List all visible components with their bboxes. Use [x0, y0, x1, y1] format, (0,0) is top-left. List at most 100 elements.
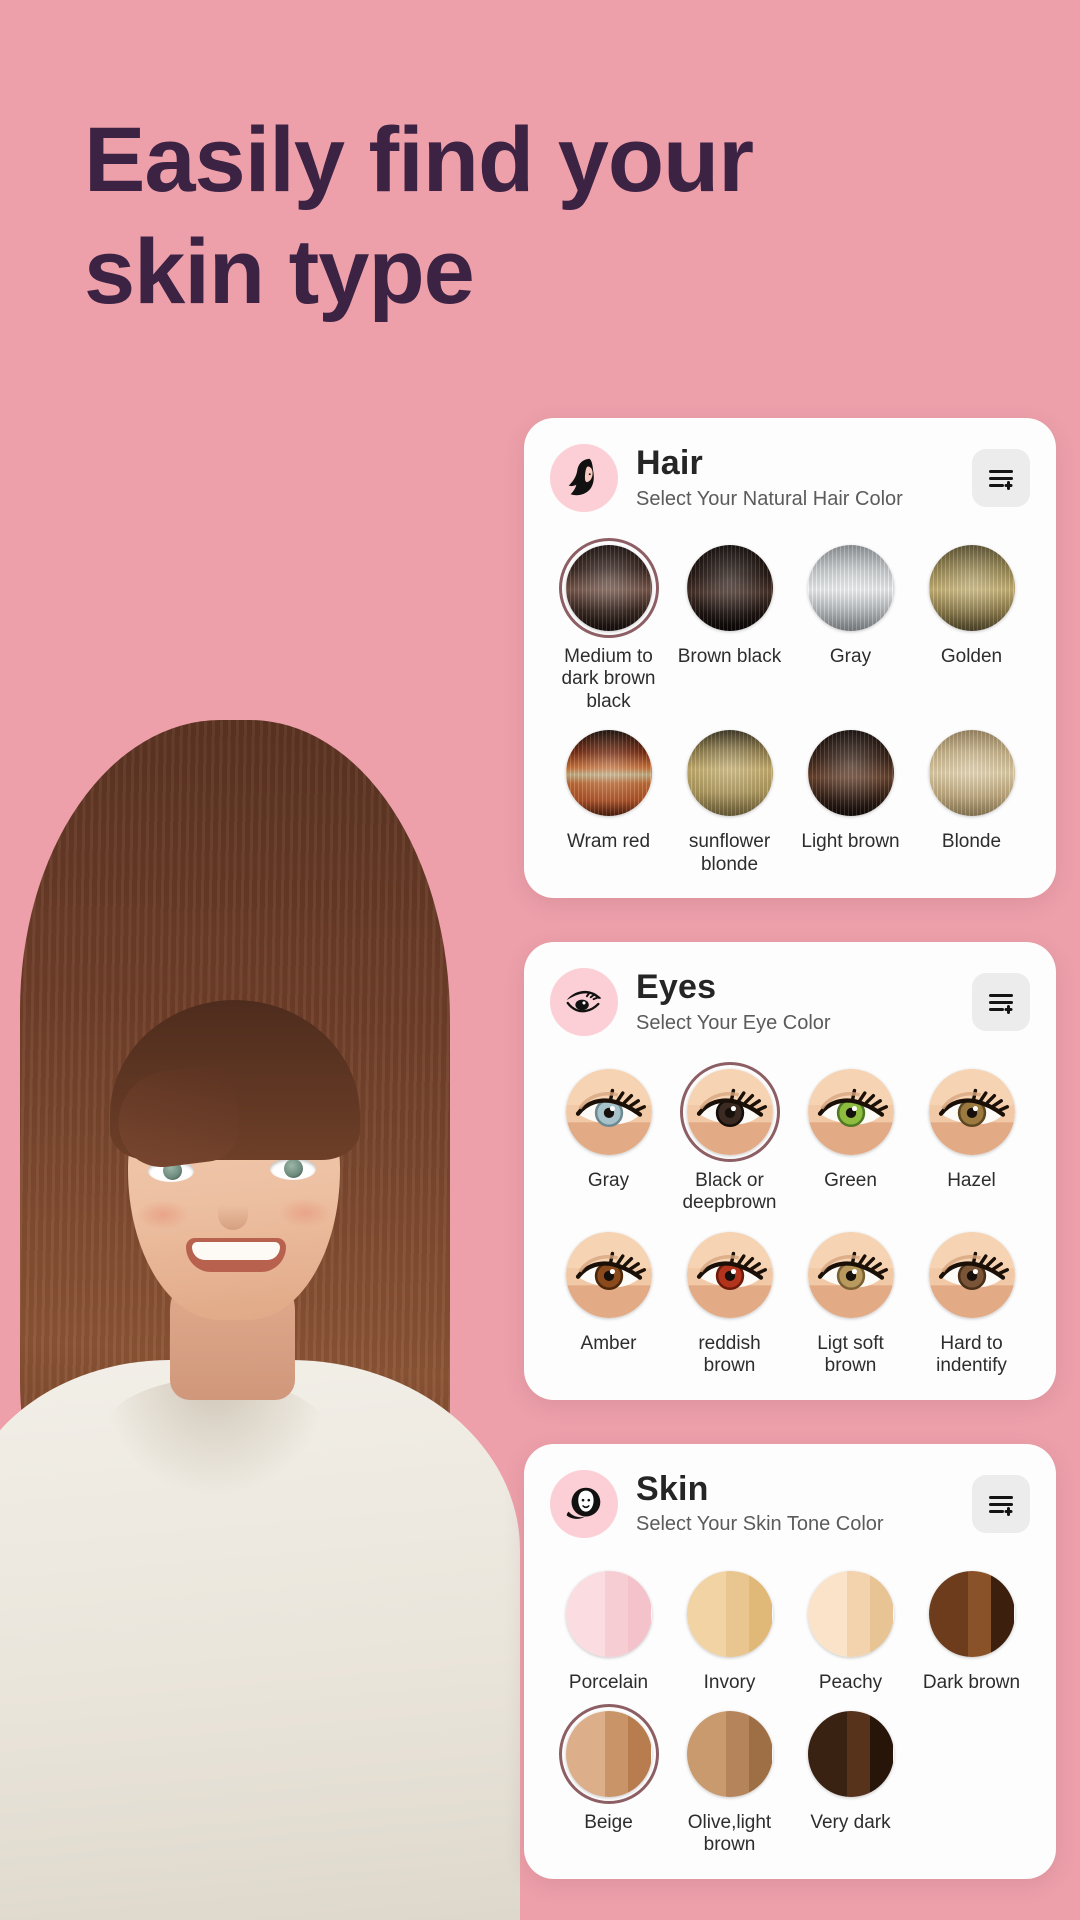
option-hair[interactable]: Light brown	[792, 719, 909, 876]
card-subtitle: Select Your Eye Color	[636, 1011, 831, 1034]
option-grid-skin: Porcelain Invory Peachy Dark brown Beige Oliv…	[550, 1560, 1030, 1857]
model-mouth	[186, 1238, 286, 1272]
selection-ring	[680, 723, 780, 823]
option-label: Medium to dark brown black	[561, 646, 656, 712]
eye-illustration-icon	[807, 1231, 894, 1318]
option-label: Golden	[940, 646, 1003, 667]
option-skin[interactable]: Dark brown	[913, 1560, 1030, 1694]
eye-lash-icon	[561, 979, 607, 1025]
option-label: Brown black	[677, 646, 782, 667]
option-eyes[interactable]: Hard to indentify	[913, 1221, 1030, 1378]
avatar	[550, 1469, 618, 1538]
option-skin[interactable]: Peachy	[792, 1560, 909, 1694]
page-title-line-1: Easily find your	[84, 109, 754, 211]
skin-tone-segment	[628, 1711, 652, 1798]
option-label: Green	[824, 1170, 877, 1192]
option-hair[interactable]: Golden	[913, 534, 1030, 713]
option-label: Porcelain	[568, 1671, 649, 1693]
option-eyes[interactable]: Green	[792, 1058, 909, 1215]
selection-ring	[801, 1564, 901, 1664]
woman-long-hair-icon	[561, 455, 607, 501]
option-eyes[interactable]: Gray	[550, 1058, 667, 1215]
selection-ring	[922, 1564, 1022, 1664]
list-add-button[interactable]	[972, 973, 1030, 1032]
swatch-skin	[565, 1711, 652, 1798]
model-teeth	[192, 1242, 280, 1260]
eye-illustration-icon	[928, 1231, 1015, 1318]
avatar	[550, 444, 618, 512]
skin-tone-segment	[807, 1570, 848, 1657]
swatch-eye	[807, 1069, 894, 1156]
card-skin: Skin Select Your Skin Tone Color Porcelain…	[524, 1443, 1056, 1879]
skin-tone-segment	[726, 1570, 750, 1657]
card-title: Skin	[636, 1469, 709, 1508]
option-label: Peachy	[818, 1671, 883, 1693]
option-label: Ligt soft brown	[817, 1332, 884, 1377]
option-skin[interactable]: Olive,light brown	[671, 1700, 788, 1857]
swatch-hair	[565, 545, 652, 631]
card-subtitle: Select Your Natural Hair Color	[636, 487, 903, 510]
skin-tone-segment	[749, 1570, 773, 1657]
woman-face-icon	[561, 1481, 607, 1527]
card-subtitle: Select Your Skin Tone Color	[636, 1513, 884, 1536]
model-iris-right	[284, 1159, 303, 1178]
selection-ring	[559, 1564, 659, 1664]
swatch-skin	[928, 1570, 1015, 1657]
swatch-hair	[928, 730, 1015, 817]
option-label: Olive,light brown	[687, 1812, 772, 1856]
option-eyes[interactable]: reddish brown	[671, 1221, 788, 1378]
page-title-line-2: skin type	[84, 221, 475, 324]
swatch-eye	[565, 1231, 652, 1318]
list-add-button[interactable]	[972, 1474, 1030, 1533]
option-hair[interactable]: Gray	[792, 534, 909, 713]
option-eyes[interactable]: Hazel	[913, 1058, 1030, 1215]
selection-ring	[922, 1062, 1022, 1162]
option-hair[interactable]: Wram red	[550, 719, 667, 876]
swatch-eye	[565, 1069, 652, 1156]
option-skin[interactable]: Porcelain	[550, 1560, 667, 1694]
swatch-eye	[928, 1069, 1015, 1156]
selection-ring	[801, 1225, 901, 1325]
selection-ring-selected	[558, 538, 659, 638]
eye-illustration-icon	[565, 1069, 652, 1156]
card-hair: Hair Select Your Natural Hair Color Medium…	[524, 418, 1056, 899]
selection-ring	[680, 1564, 780, 1664]
option-skin[interactable]: Very dark	[792, 1700, 909, 1857]
swatch-skin	[807, 1711, 894, 1798]
list-add-button[interactable]	[972, 449, 1030, 507]
option-eyes[interactable]: Ligt soft brown	[792, 1221, 909, 1378]
option-skin[interactable]: Invory	[671, 1560, 788, 1694]
eye-illustration-icon	[928, 1069, 1015, 1156]
option-label: Hard to indentify	[936, 1332, 1007, 1377]
option-skin[interactable]: Beige	[550, 1700, 667, 1857]
option-label: Very dark	[810, 1812, 891, 1834]
skin-tone-segment	[968, 1570, 992, 1657]
option-label: Hazel	[947, 1170, 996, 1192]
list-add-icon	[985, 1488, 1017, 1520]
option-hair[interactable]: sunflower blonde	[671, 719, 788, 876]
option-label: Blonde	[941, 831, 1002, 853]
eye-illustration-icon	[565, 1231, 652, 1318]
model-nose	[218, 1188, 248, 1230]
option-hair[interactable]: Blonde	[913, 719, 1030, 876]
card-header-text: Skin Select Your Skin Tone Color	[636, 1469, 954, 1536]
swatch-hair	[565, 730, 652, 817]
card-header-skin: Skin Select Your Skin Tone Color	[550, 1469, 1030, 1538]
selection-ring-selected	[558, 1704, 659, 1805]
selection-ring	[922, 1225, 1022, 1325]
option-label: Gray	[829, 646, 872, 667]
option-hair[interactable]: Medium to dark brown black	[550, 534, 667, 713]
selection-ring	[680, 538, 780, 638]
option-label: Black or deepbrown	[682, 1170, 777, 1214]
swatch-hair	[928, 545, 1015, 631]
page-title: Easily find your skin type	[84, 104, 784, 328]
option-eyes[interactable]: Black or deepbrown	[671, 1058, 788, 1215]
swatch-hair	[807, 730, 894, 817]
skin-tone-segment	[565, 1711, 606, 1798]
option-grid-eyes: Gray Black or deepbrown Green Hazel Ambe…	[550, 1058, 1030, 1378]
model-cheek-left	[136, 1200, 190, 1230]
card-title: Eyes	[636, 968, 717, 1007]
swatch-skin	[807, 1570, 894, 1657]
option-eyes[interactable]: Amber	[550, 1221, 667, 1378]
option-hair[interactable]: Brown black	[671, 534, 788, 713]
